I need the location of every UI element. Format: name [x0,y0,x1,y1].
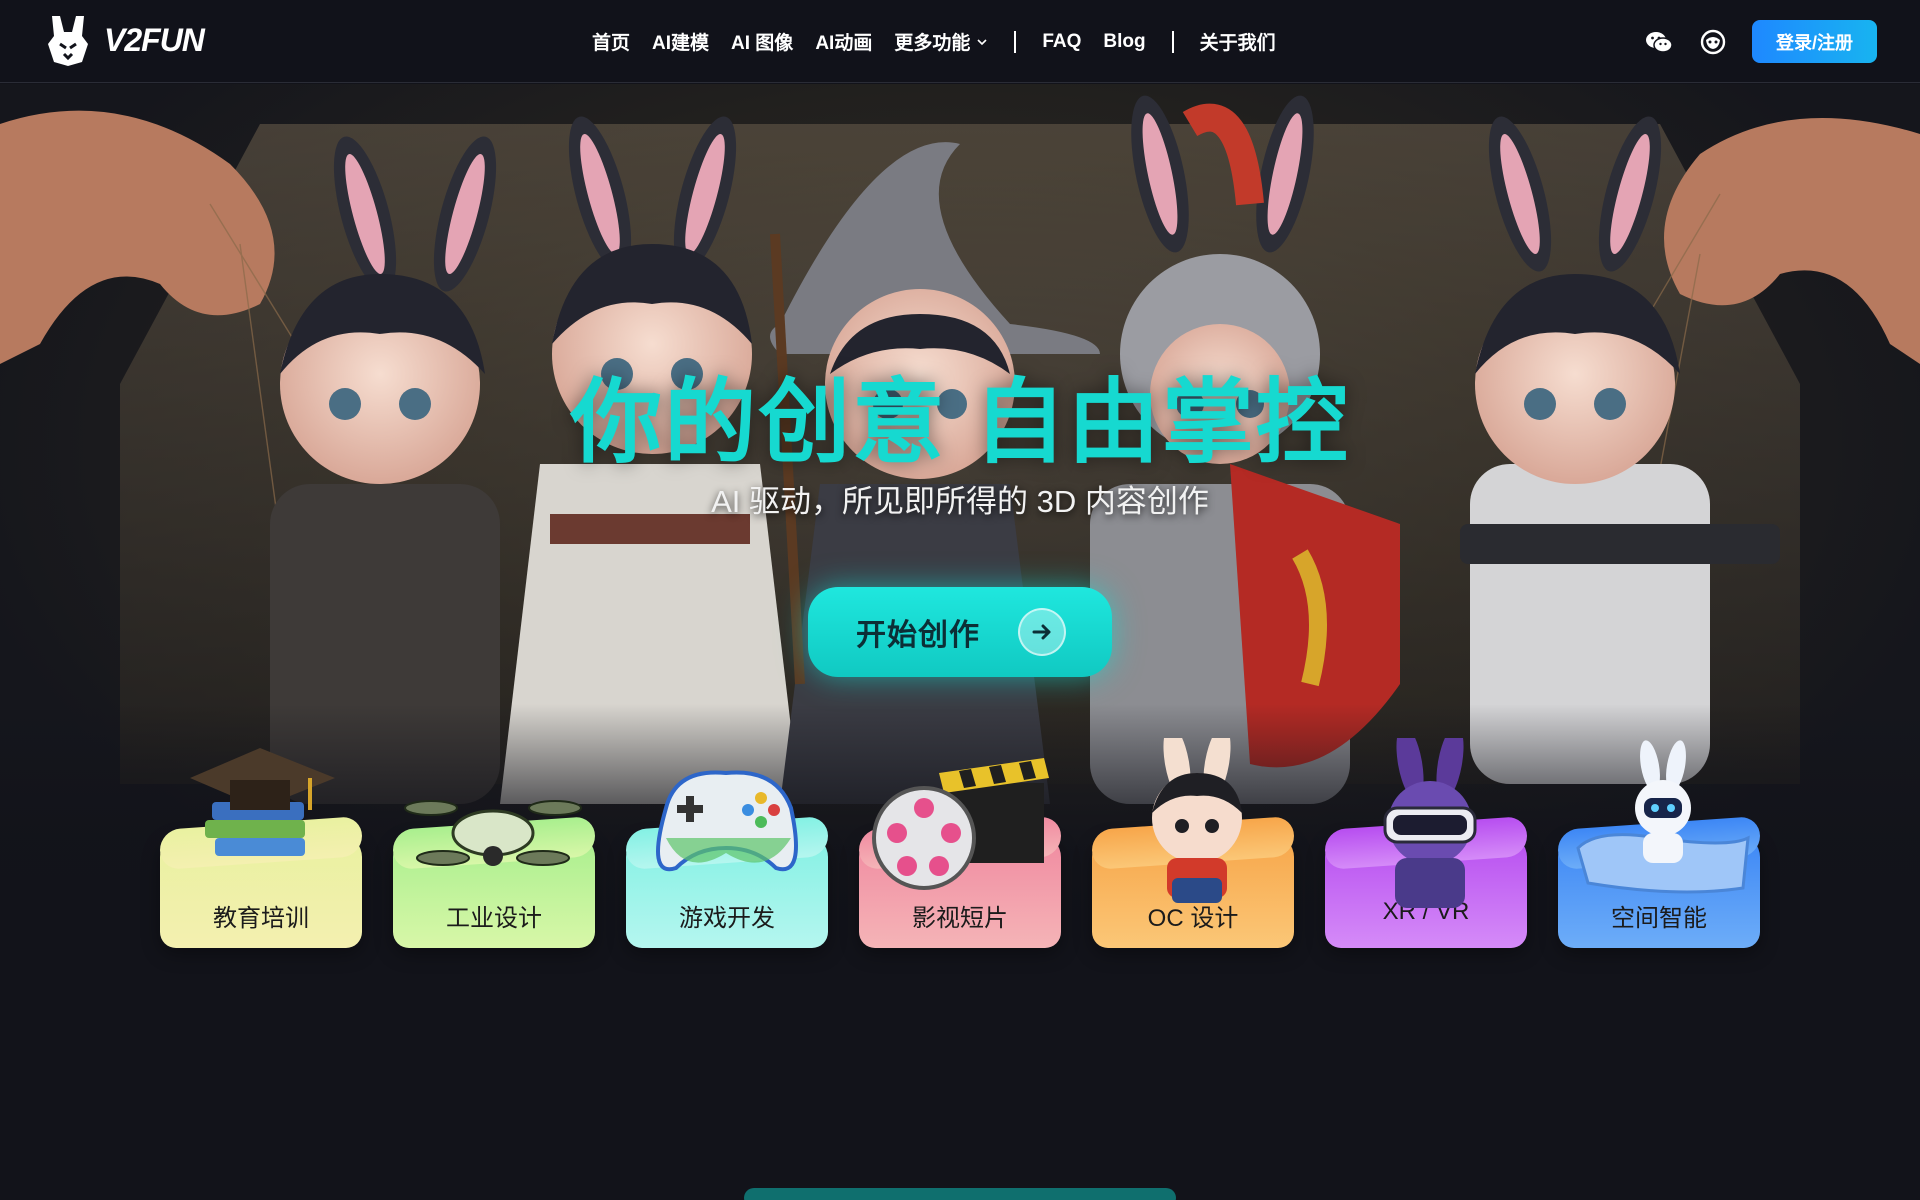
menu-divider [1171,30,1174,53]
arrow-right-icon [1018,608,1066,656]
robot-rabbit-icon [1576,740,1750,894]
category-cards: 教育培训 工业设计 游戏开发 影视短片 OC 设计 XR / VR 空间智能 [160,738,1760,948]
category-card-film[interactable]: 影视短片 [859,738,1061,948]
brand-name: V2FUN [104,21,205,58]
start-creating-button[interactable]: 开始创作 [808,587,1112,677]
nav-ai-modeling[interactable]: AI建模 [652,28,709,55]
vr-headset-character-icon [1383,738,1477,908]
nav-faq[interactable]: FAQ [1042,31,1081,53]
category-card-oc-design[interactable]: OC 设计 [1092,738,1294,948]
nav-ai-animation[interactable]: AI动画 [815,28,872,55]
main-menu: 首页 AI建模 AI 图像 AI动画 更多功能 FAQ Blog 关于我们 [592,0,1276,83]
top-navigation: V2FUN 首页 AI建模 AI 图像 AI动画 更多功能 FAQ Blog 关… [0,0,1920,83]
drone-icon [404,800,582,866]
nav-more-features[interactable]: 更多功能 [894,28,988,55]
nav-blog[interactable]: Blog [1103,31,1145,53]
wechat-icon[interactable] [1644,27,1674,57]
hero-subline: AI 驱动，所见即所得的 3D 内容创作 [711,484,1209,519]
category-card-education[interactable]: 教育培训 [160,738,362,948]
nav-ai-image[interactable]: AI 图像 [731,28,793,55]
category-card-game-dev[interactable]: 游戏开发 [626,738,828,948]
discord-icon[interactable] [1698,27,1728,57]
category-card-industrial-design[interactable]: 工业设计 [393,738,595,948]
brand-logo[interactable]: V2FUN [46,14,205,66]
login-register-button[interactable]: 登录/注册 [1752,20,1877,63]
category-card-spatial-intelligence[interactable]: 空间智能 [1558,738,1760,948]
chevron-down-icon [977,38,987,45]
bottom-section-tab[interactable] [744,1188,1176,1200]
rabbit-logo-icon [48,16,88,66]
nav-home[interactable]: 首页 [592,28,630,55]
film-reel-clapperboard-icon [872,758,1049,890]
nav-about-us[interactable]: 关于我们 [1200,28,1276,55]
hero-headline: 你的创意 自由掌控 [570,372,1350,474]
game-controller-icon [656,770,798,872]
menu-divider [1014,30,1017,53]
nav-more-features-label: 更多功能 [894,33,971,54]
start-creating-label: 开始创作 [856,619,980,652]
graduation-cap-books-icon [190,748,335,856]
oc-character-icon [1152,738,1242,903]
category-card-xr-vr[interactable]: XR / VR [1325,738,1527,948]
